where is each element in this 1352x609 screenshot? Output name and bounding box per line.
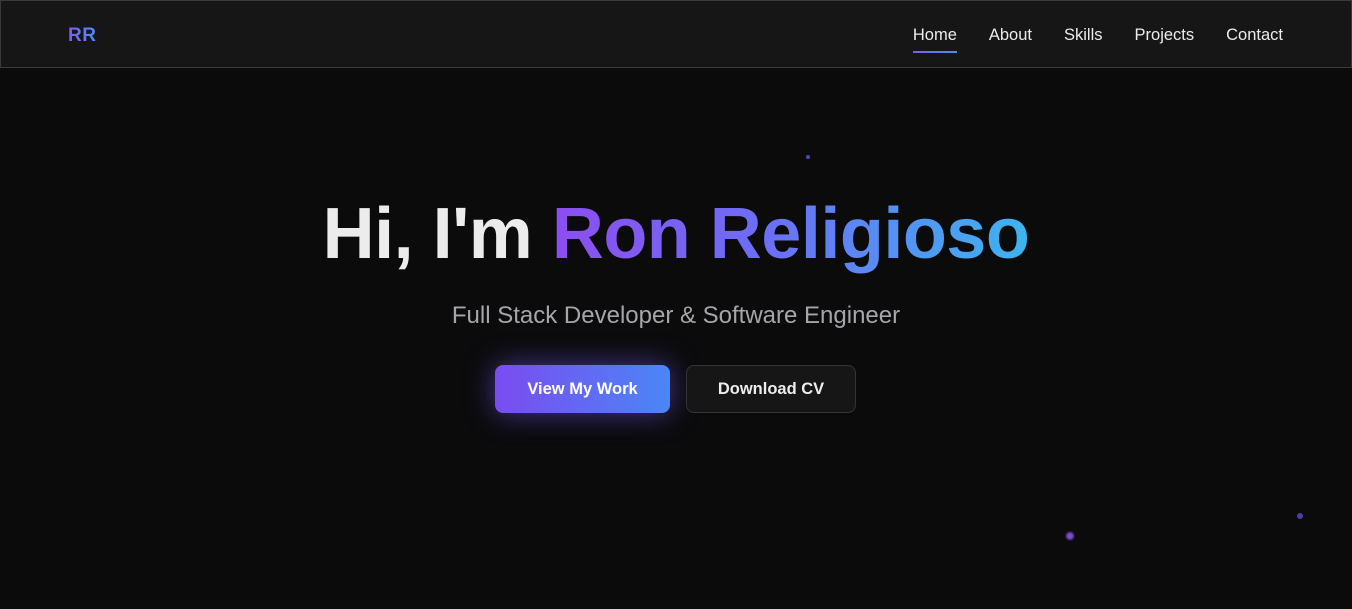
hero-title: Hi, I'm Ron Religioso [0,193,1352,275]
navbar: RR Home About Skills Projects Contact [0,0,1352,68]
nav-link-contact[interactable]: Contact [1226,24,1283,47]
nav-link-home[interactable]: Home [912,24,957,53]
view-my-work-button[interactable]: View My Work [495,365,670,413]
download-cv-button[interactable]: Download CV [686,365,856,413]
particle-dot [1065,531,1075,541]
hero-subtitle: Full Stack Developer & Software Engineer [451,302,901,329]
nav-link-about[interactable]: About [989,24,1032,47]
hero-greeting: Hi, I'm [322,194,552,274]
logo[interactable]: RR [68,25,96,47]
nav-link-skills[interactable]: Skills [1064,24,1103,47]
nav-links: Home About Skills Projects Contact [912,1,1283,69]
nav-link-projects[interactable]: Projects [1135,24,1195,47]
particle-dot [806,155,810,159]
hero-name: Ron Religioso [551,194,1030,274]
particle-dot [1297,513,1303,519]
page: RR Home About Skills Projects Contact Hi… [0,0,1352,609]
